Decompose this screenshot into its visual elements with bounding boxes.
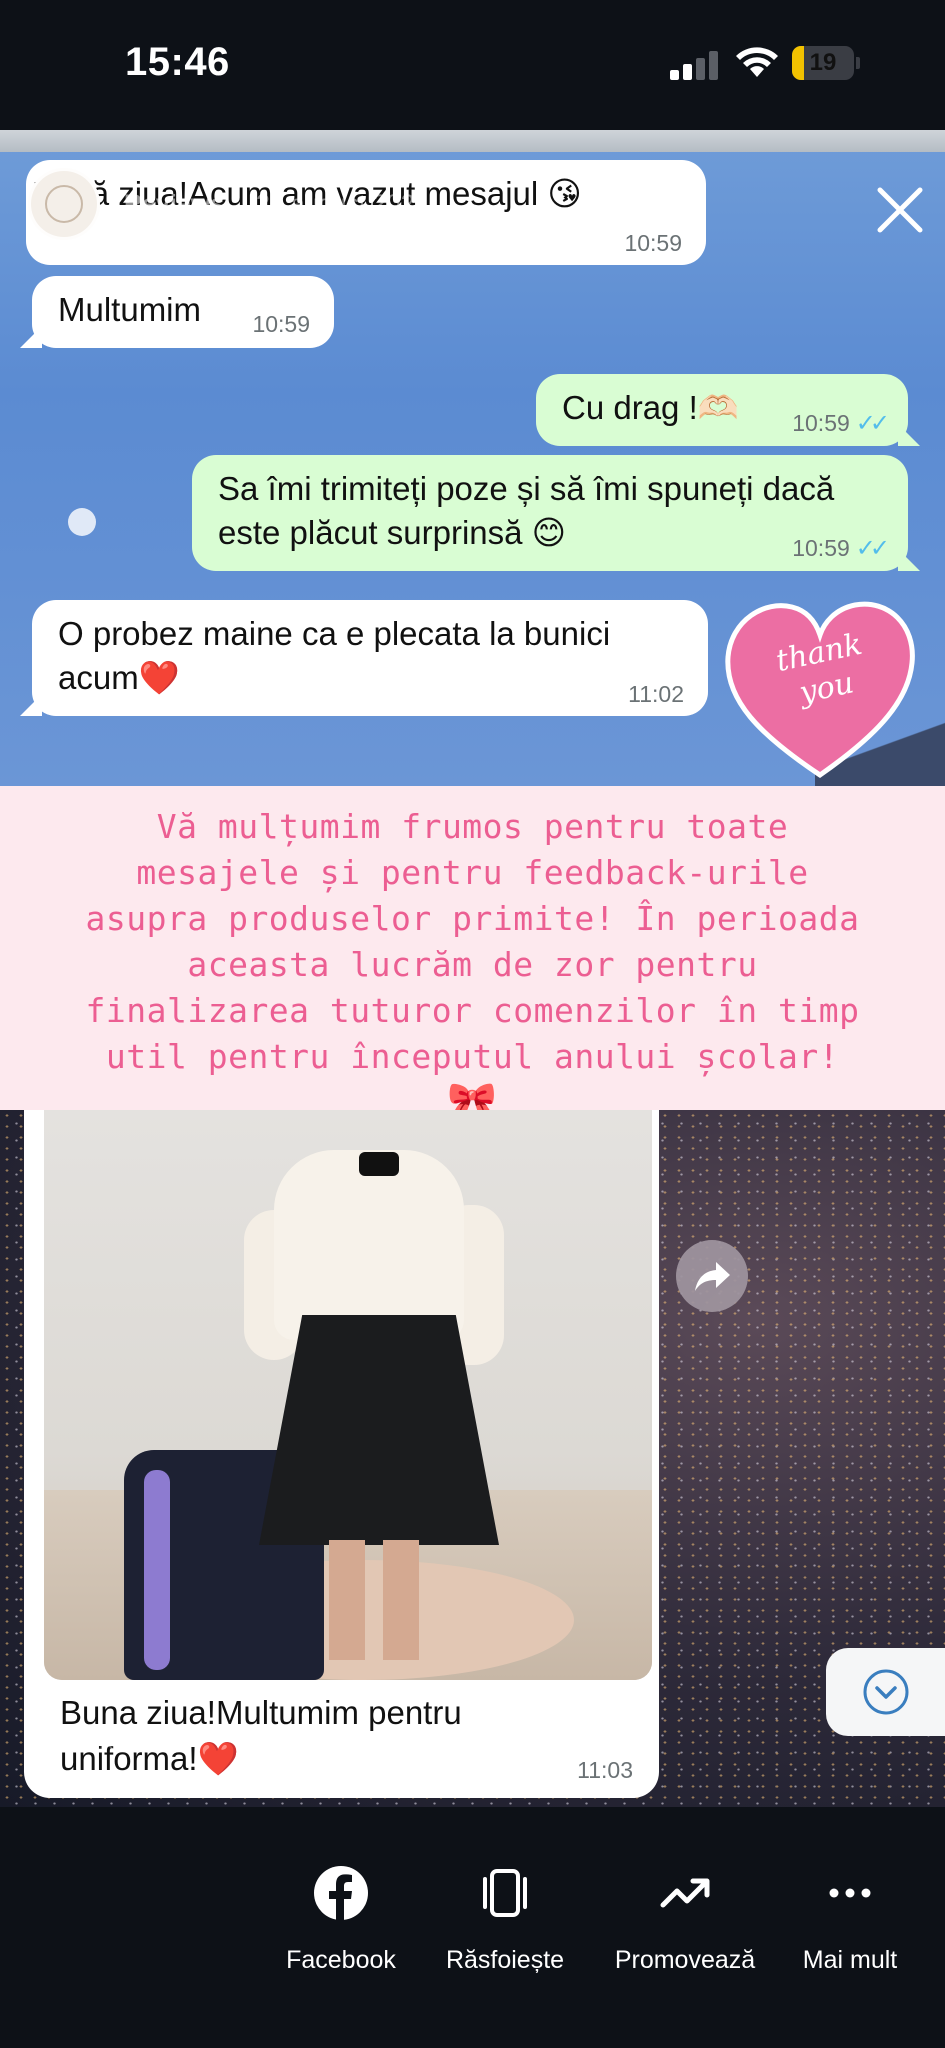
share-icon[interactable] xyxy=(676,1240,748,1312)
avatar[interactable] xyxy=(28,168,100,240)
more-label: Mai mult xyxy=(802,1946,898,1974)
chevron-down-icon xyxy=(863,1669,909,1715)
browse-label: Răsfoiește xyxy=(445,1946,565,1974)
read-ticks-icon: ✓✓ xyxy=(855,410,890,437)
scroll-down-button[interactable] xyxy=(826,1648,945,1736)
promote-label: Promovează xyxy=(614,1946,756,1974)
chat-time: 10:59 ✓✓ xyxy=(792,535,890,562)
battery-percent: 19 xyxy=(809,49,837,76)
customer-photo xyxy=(44,1110,652,1680)
chat-time: 10:59 ✓✓ xyxy=(792,410,890,437)
signal-icon xyxy=(670,50,720,80)
trending-icon xyxy=(660,1878,710,1908)
facebook-button[interactable]: Facebook xyxy=(281,1863,401,1975)
more-button[interactable]: Mai mult xyxy=(795,1863,905,1975)
chat-bubble: Cu drag !🫶🏻 10:59 ✓✓ xyxy=(536,374,920,446)
story-date: 23 august 2024 xyxy=(256,190,429,218)
read-ticks-icon: ✓✓ xyxy=(855,535,890,562)
more-icon xyxy=(829,1888,871,1898)
wifi-icon xyxy=(736,47,778,77)
photo-message-bubble: Buna ziua!Multumim pentru uniforma!❤️ 11… xyxy=(24,1110,659,1798)
chat-bubble: O probez maine ca e plecata la bunici ac… xyxy=(20,600,708,716)
bottom-action-bar: Facebook Răsfoiește Promovează Mai mult xyxy=(0,1807,945,2048)
story-author[interactable]: Reviews xyxy=(124,190,224,219)
chat-text: Multumim xyxy=(58,291,202,328)
story-viewer[interactable]: Bună ziua!Acum am vazut mesajul 😘 10:59 … xyxy=(0,130,945,1807)
chat-text: acum❤️ xyxy=(58,659,180,696)
facebook-label: Facebook xyxy=(286,1946,396,1974)
photo-area: Buna ziua!Multumim pentru uniforma!❤️ 11… xyxy=(0,1110,945,1807)
chat-text: Cu drag !🫶🏻 xyxy=(562,389,739,426)
chat-text: O probez maine ca e plecata la bunici xyxy=(58,615,611,652)
story-progress-bar xyxy=(0,130,945,152)
battery-icon: 19 xyxy=(792,46,860,80)
chat-bubble: Sa îmi trimiteți poze și să îmi spuneți … xyxy=(192,455,920,571)
chat-text: Sa îmi trimiteți poze și să îmi spuneți … xyxy=(218,470,835,507)
close-icon[interactable] xyxy=(872,182,928,238)
facebook-icon xyxy=(314,1866,368,1920)
caption-text: Vă mulțumim frumos pentru toate mesajele… xyxy=(0,804,945,1126)
status-bar: 15:46 19 xyxy=(0,0,945,130)
chat-time: 11:03 xyxy=(577,1757,633,1783)
status-time: 15:46 xyxy=(125,40,230,84)
chat-text: este plăcut surprinsă 😊 xyxy=(218,514,567,551)
story-header: Reviews 23 august 2024 xyxy=(0,168,945,258)
watermark: Spune Reva xyxy=(26,1730,153,1756)
browse-button[interactable]: Răsfoiește xyxy=(440,1863,570,1975)
browse-icon xyxy=(483,1869,527,1917)
chat-time: 10:59 xyxy=(252,311,310,337)
promote-button[interactable]: Promovează xyxy=(610,1863,760,1975)
chat-time: 11:02 xyxy=(628,681,684,707)
chat-bubble: Multumim 10:59 xyxy=(20,276,334,348)
